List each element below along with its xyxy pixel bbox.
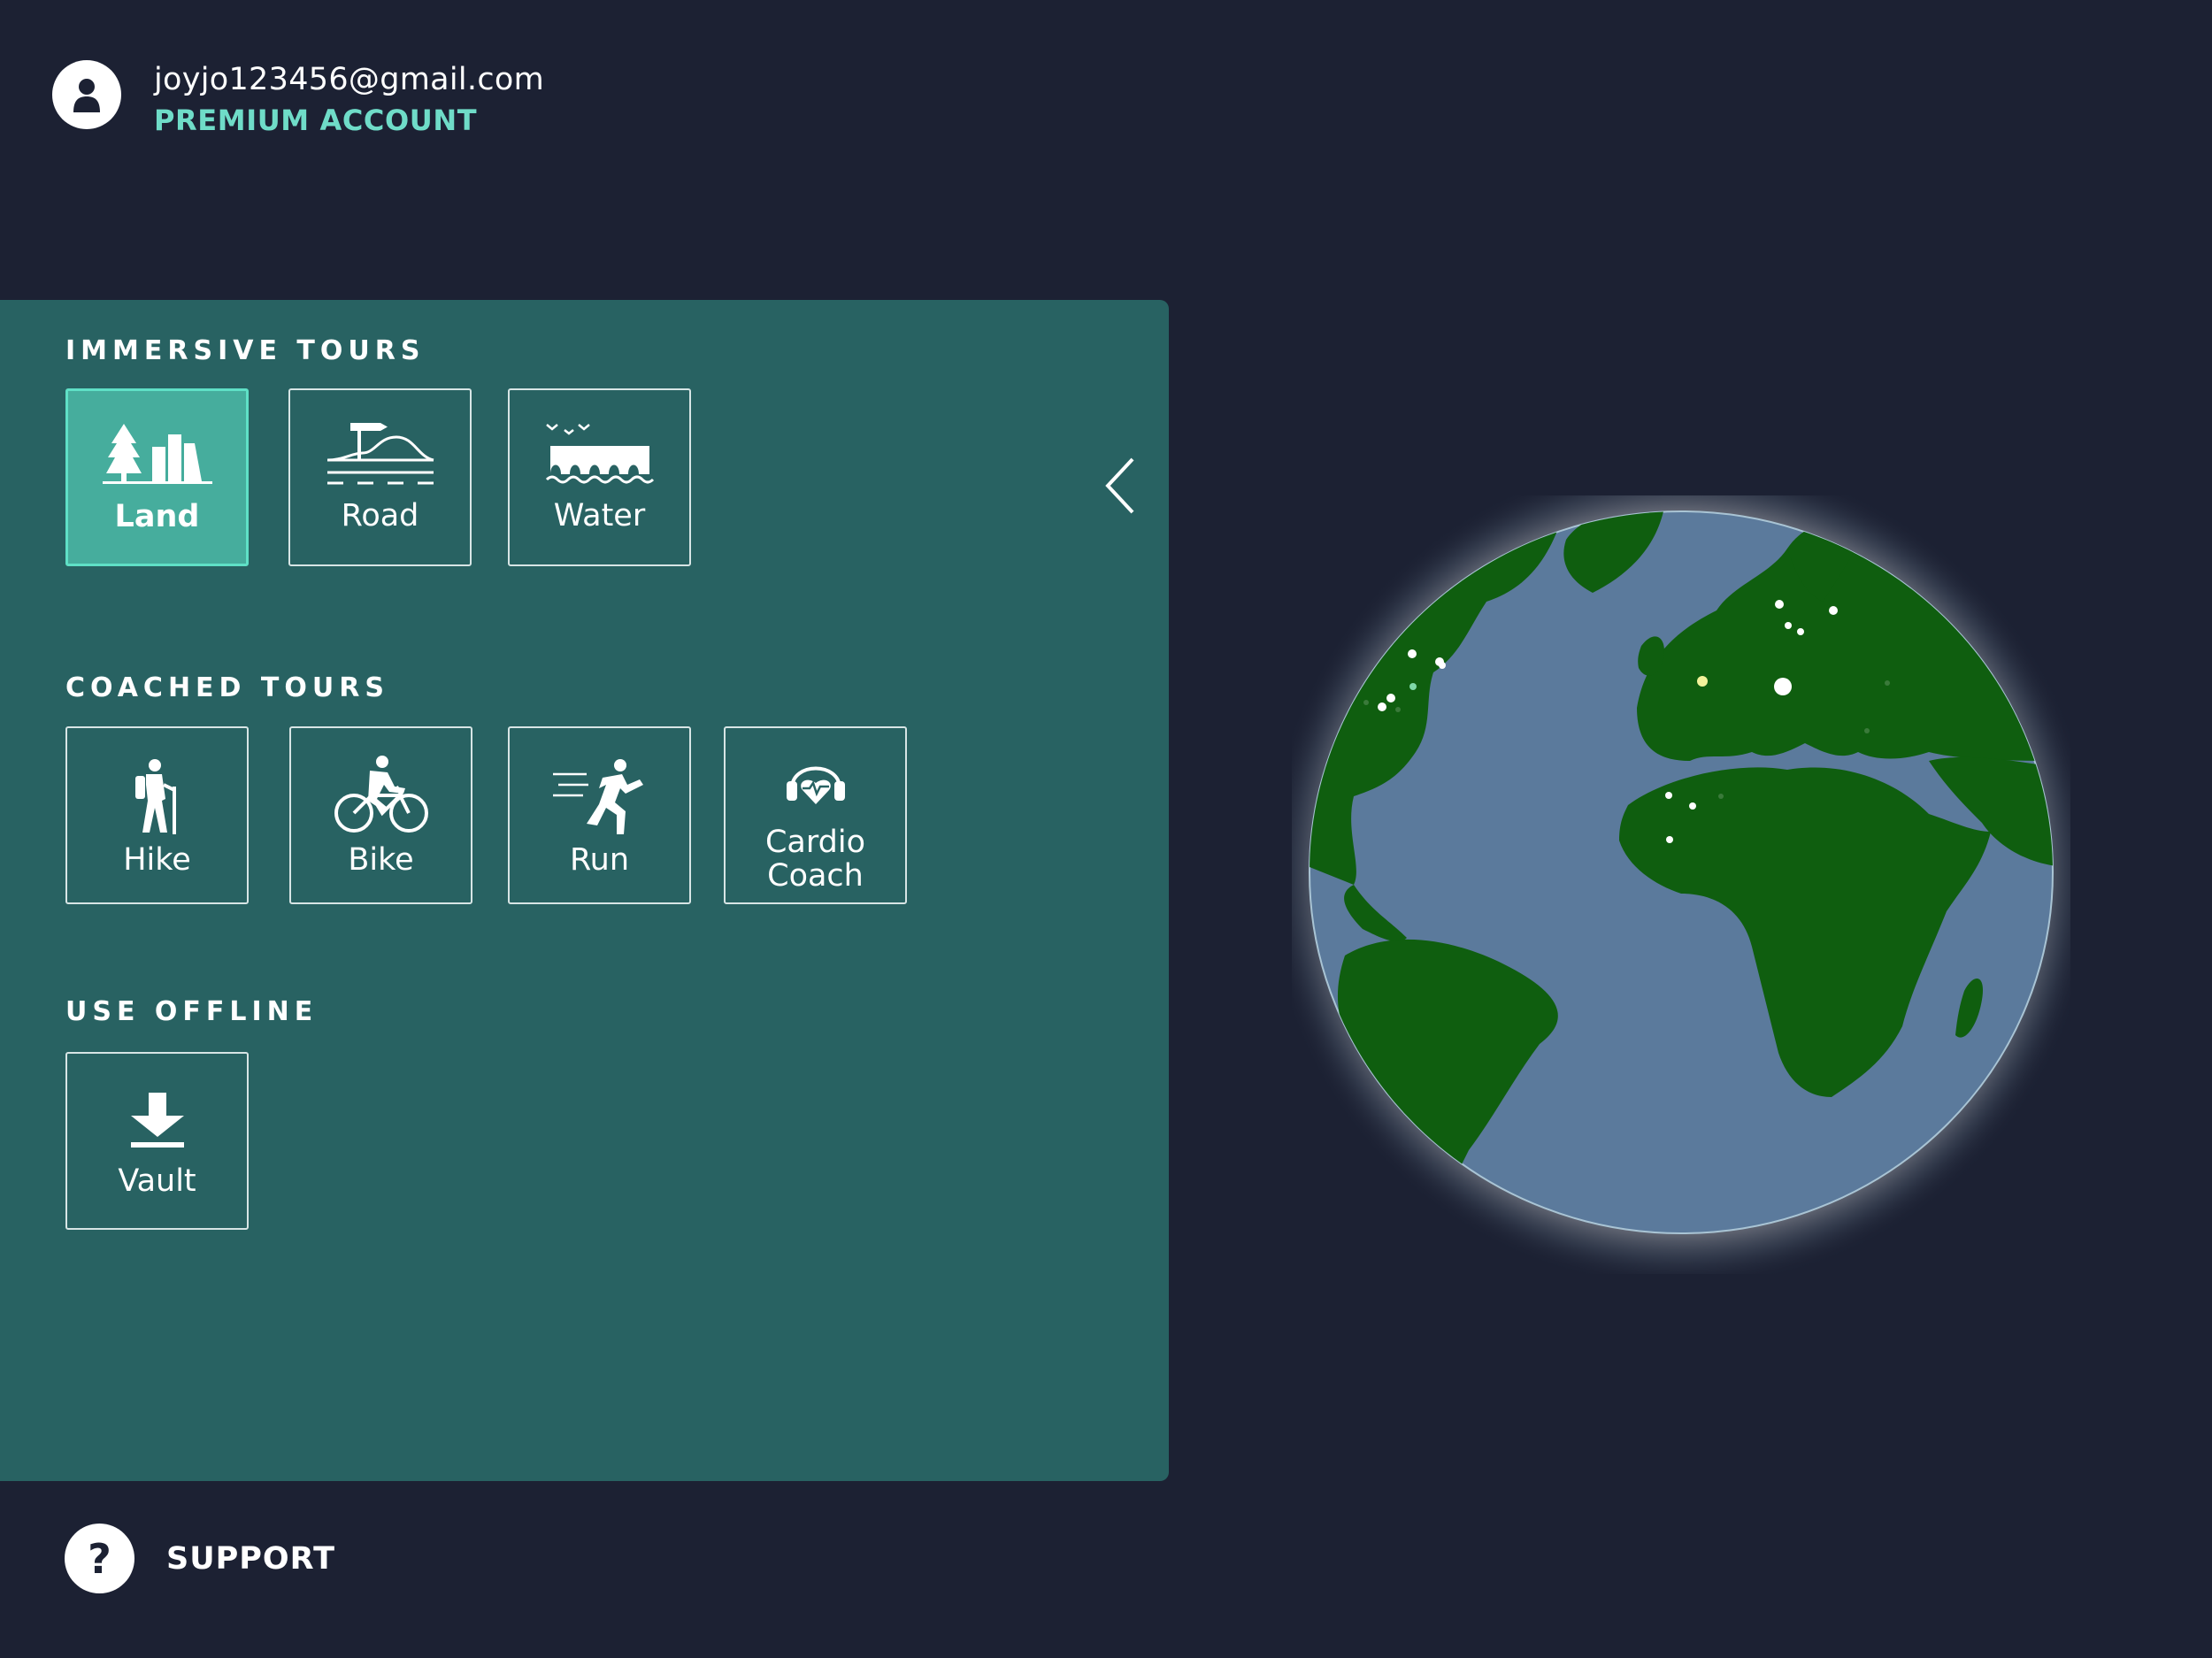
tile-label: Run: [569, 842, 630, 878]
user-icon[interactable]: [52, 60, 121, 129]
tile-bike[interactable]: Bike: [289, 726, 472, 904]
road-icon: [326, 423, 434, 485]
bike-icon: [334, 756, 428, 833]
tile-label: Vault: [118, 1163, 196, 1199]
tile-label: Land: [114, 499, 200, 534]
globe-map[interactable]: [1292, 495, 2070, 1274]
water-icon: [545, 424, 654, 484]
help-icon: ?: [65, 1524, 134, 1593]
support-button[interactable]: ? SUPPORT: [65, 1524, 335, 1593]
land-icon: [102, 424, 212, 484]
download-icon: [130, 1093, 184, 1148]
chevron-left-icon[interactable]: [1097, 450, 1141, 521]
cardio-coach-icon: [786, 766, 845, 804]
account-email: joyjo123456@gmail.com: [154, 62, 544, 97]
account-plan: PREMIUM ACCOUNT: [154, 104, 478, 137]
tile-cardio-coach[interactable]: Cardio Coach: [724, 726, 907, 904]
tile-run[interactable]: Run: [508, 726, 691, 904]
coached-tours-title: COACHED TOURS: [65, 672, 389, 703]
tile-label: Bike: [348, 842, 414, 878]
tile-label: Water: [553, 498, 646, 533]
tile-water[interactable]: Water: [508, 388, 691, 566]
tile-label: Hike: [123, 842, 191, 878]
account-header[interactable]: joyjo123456@gmail.com PREMIUM ACCOUNT: [52, 60, 544, 142]
run-icon: [552, 759, 643, 834]
support-label: SUPPORT: [166, 1540, 335, 1577]
immersive-tours-title: IMMERSIVE TOURS: [65, 335, 426, 366]
tile-vault[interactable]: Vault: [65, 1052, 249, 1230]
use-offline-title: USE OFFLINE: [65, 996, 319, 1027]
tile-road[interactable]: Road: [288, 388, 472, 566]
tile-hike[interactable]: Hike: [65, 726, 249, 904]
tile-land[interactable]: Land: [65, 388, 249, 566]
hike-icon: [134, 759, 176, 834]
tile-label: Road: [341, 498, 419, 533]
tile-label: Cardio Coach: [764, 825, 865, 894]
tours-panel: IMMERSIVE TOURS Land Road Water COACHED …: [0, 300, 1169, 1481]
